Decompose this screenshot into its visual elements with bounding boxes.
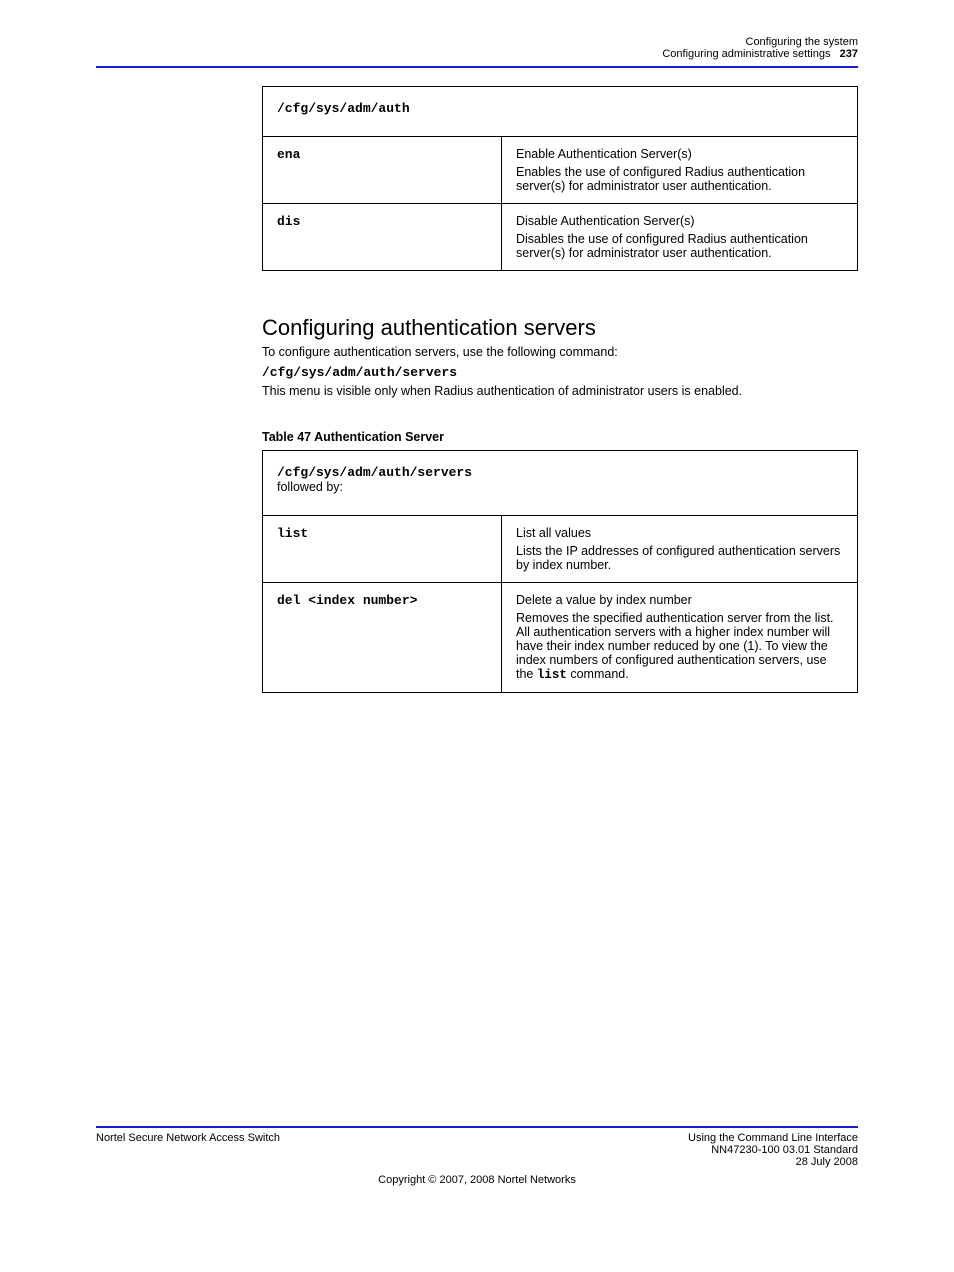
desc-body: Disables the use of configured Radius au… [516, 232, 843, 260]
cmd-cell: del <index number> [263, 583, 502, 693]
desc-body: Enables the use of configured Radius aut… [516, 165, 843, 193]
table2-caption: Table 47 Authentication Server [262, 430, 858, 444]
footer-right: Using the Command Line Interface NN47230… [688, 1132, 858, 1168]
table-row: del <index number> Delete a value by ind… [263, 583, 858, 693]
desc-cell: Delete a value by index number Removes t… [502, 583, 858, 693]
section-subtitle: To configure authentication servers, use… [262, 345, 858, 359]
desc-lead: Delete a value by index number [516, 593, 843, 607]
section-title: Configuring authentication servers [262, 315, 858, 341]
table-auth-server: /cfg/sys/adm/auth/servers followed by: l… [262, 450, 858, 693]
table-row: list List all values Lists the IP addres… [263, 516, 858, 583]
footer-rule [96, 1126, 858, 1128]
table-row: dis Disable Authentication Server(s) Dis… [263, 204, 858, 271]
cmd-cell: ena [263, 137, 502, 204]
cmd-cell: dis [263, 204, 502, 271]
desc-cell: Disable Authentication Server(s) Disable… [502, 204, 858, 271]
footer-right-1: Using the Command Line Interface [688, 1132, 858, 1144]
desc-body: Removes the specified authentication ser… [516, 611, 843, 682]
header-line2-label: Configuring administrative settings [662, 48, 830, 60]
table1-path: /cfg/sys/adm/auth [263, 87, 858, 137]
table2-followed-by: followed by: [277, 480, 343, 494]
page-footer: Nortel Secure Network Access Switch Usin… [96, 1126, 858, 1186]
footer-right-2: NN47230-100 03.01 Standard [711, 1144, 858, 1156]
header-page-number: 237 [840, 48, 858, 60]
table2-path: /cfg/sys/adm/auth/servers [277, 465, 472, 480]
table-auth-menu: /cfg/sys/adm/auth ena Enable Authenticat… [262, 86, 858, 271]
footer-copyright: Copyright © 2007, 2008 Nortel Networks [96, 1174, 858, 1186]
desc-cell: Enable Authentication Server(s) Enables … [502, 137, 858, 204]
section-path: /cfg/sys/adm/auth/servers [262, 365, 858, 380]
section-after-path: This menu is visible only when Radius au… [262, 384, 858, 398]
header-rule [96, 66, 858, 68]
header-line1: Configuring the system [746, 36, 859, 48]
cmd-cell: list [263, 516, 502, 583]
desc-body: Lists the IP addresses of configured aut… [516, 544, 843, 572]
footer-left: Nortel Secure Network Access Switch [96, 1132, 280, 1168]
desc-cell: List all values Lists the IP addresses o… [502, 516, 858, 583]
page-header: Configuring the system Configuring admin… [96, 36, 858, 60]
table2-head: /cfg/sys/adm/auth/servers followed by: [263, 451, 858, 516]
desc-lead: Enable Authentication Server(s) [516, 147, 843, 161]
desc-lead: List all values [516, 526, 843, 540]
footer-right-3: 28 July 2008 [796, 1156, 858, 1168]
table-row: ena Enable Authentication Server(s) Enab… [263, 137, 858, 204]
desc-lead: Disable Authentication Server(s) [516, 214, 843, 228]
